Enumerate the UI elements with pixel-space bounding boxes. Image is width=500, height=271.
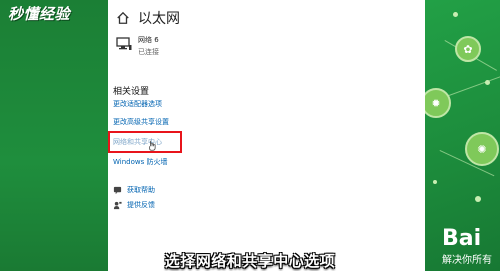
decor-dot: [485, 80, 490, 85]
change-adapter-options-link[interactable]: 更改适配器选项: [113, 99, 162, 109]
mouse-cursor-icon: [149, 140, 156, 151]
decor-dot: [433, 180, 437, 184]
network-name: 网络 6: [138, 36, 159, 44]
decor-dot: [453, 12, 458, 17]
left-background: [0, 0, 108, 271]
related-settings-heading: 相关设置: [113, 87, 150, 97]
highlight-box: [108, 131, 182, 153]
gear-bubble-icon: ✹: [425, 88, 451, 118]
settings-panel: 以太网 网络 6 已连接 相关设置 更改适配器选项 更改高级共享设置 网络和共享…: [108, 0, 425, 271]
title-row: 以太网: [116, 8, 180, 28]
help-icon: [113, 186, 122, 194]
feedback-item[interactable]: 提供反馈: [113, 200, 155, 210]
windows-firewall-link[interactable]: Windows 防火墙: [113, 157, 167, 167]
sun-bubble-icon: ✺: [465, 132, 499, 166]
decor-dot: [475, 196, 481, 202]
network-status: 已连接: [138, 48, 159, 56]
feedback-label: 提供反馈: [127, 201, 155, 209]
baidu-logo: Bai: [442, 226, 482, 251]
change-advanced-sharing-link[interactable]: 更改高级共享设置: [113, 117, 169, 127]
ethernet-pc-icon: [116, 37, 132, 50]
get-help-label: 获取帮助: [127, 186, 155, 194]
baidu-bubble-icon: ✿: [455, 36, 481, 62]
video-subtitle: 选择网络和共享中心选项: [164, 252, 336, 270]
watermark-logo: 秒懂经验: [8, 5, 71, 23]
network-item[interactable]: 网络 6 已连接: [116, 35, 159, 57]
feedback-person-icon: [113, 201, 122, 209]
page-title: 以太网: [138, 11, 180, 27]
get-help-item[interactable]: 获取帮助: [113, 185, 155, 195]
home-icon[interactable]: [116, 11, 130, 25]
